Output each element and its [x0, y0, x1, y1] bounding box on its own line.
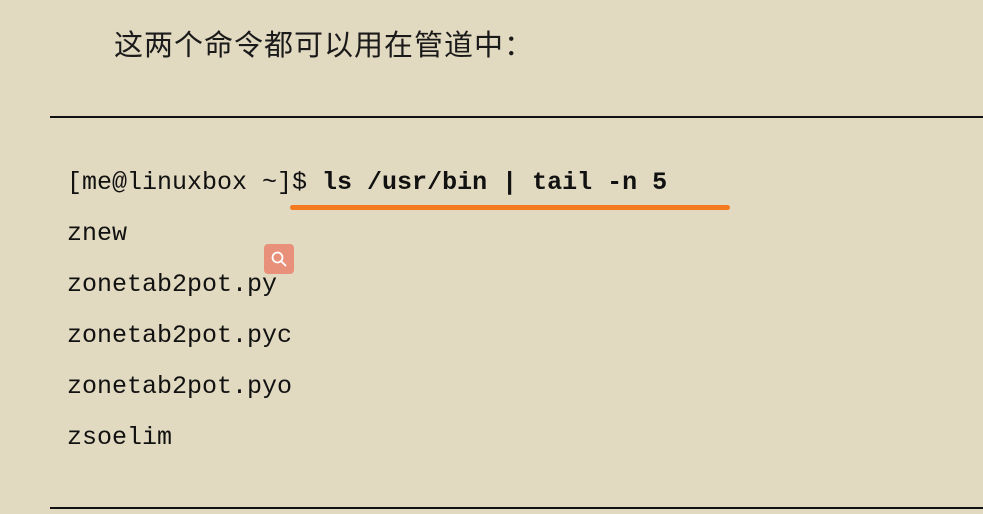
intro-paragraph: 这两个命令都可以用在管道中：	[114, 28, 535, 62]
output-line: zonetab2pot.pyc	[67, 321, 293, 350]
top-divider	[50, 116, 983, 118]
output-line: zonetab2pot.py	[67, 270, 278, 299]
terminal-block: [me@linuxbox ~]$ ls /usr/bin | tail -n 5…	[67, 166, 667, 472]
output-line: zsoelim	[67, 423, 173, 452]
command-highlight-underline	[290, 205, 730, 210]
shell-prompt: [me@linuxbox ~]$	[67, 168, 323, 197]
search-icon	[271, 251, 287, 267]
bottom-divider	[50, 507, 983, 509]
shell-command: ls /usr/bin | tail -n 5	[322, 168, 668, 197]
output-line: zonetab2pot.pyo	[67, 372, 293, 401]
search-button[interactable]	[264, 244, 294, 274]
output-line: znew	[67, 219, 128, 248]
